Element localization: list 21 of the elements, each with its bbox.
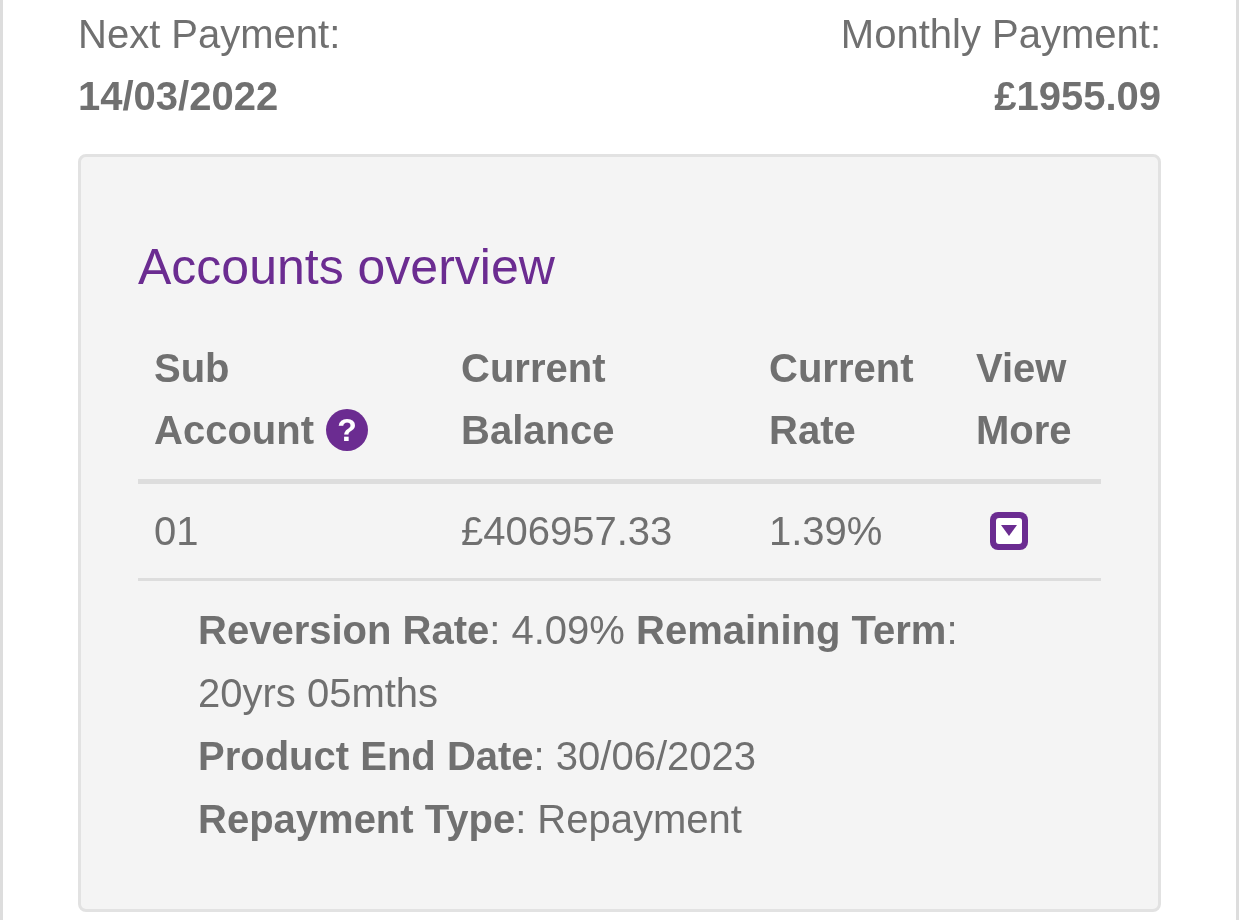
column-header: Sub — [154, 345, 230, 392]
column-header: Current — [461, 345, 606, 392]
dropdown-toggle-icon[interactable] — [987, 510, 1030, 552]
column-header: Balance — [461, 407, 615, 454]
help-icon[interactable]: ? — [326, 409, 368, 451]
detail-text: Product End Date: 30/06/2023 — [198, 733, 757, 780]
table-cell-text: 01 — [154, 508, 199, 555]
section-title: Accounts overview — [138, 238, 556, 297]
detail-text: Reversion Rate: 4.09% Remaining Term: 20yrs 05mths — [198, 607, 959, 717]
payment-value: 14/03/2022 — [78, 73, 280, 120]
column-header: Account — [154, 407, 314, 454]
column-header: More — [976, 407, 1072, 454]
column-header: Current — [769, 345, 914, 392]
table-cell-text: 1.39% — [769, 508, 883, 555]
column-header: Rate — [769, 407, 856, 454]
payment-value: £1955.09 — [994, 73, 1161, 120]
table-cell-text: £406957.33 — [461, 508, 673, 555]
column-header: View — [976, 345, 1067, 392]
payment-label: Next Payment: — [78, 11, 341, 58]
payment-label: Monthly Payment: — [840, 11, 1161, 58]
detail-text: Repayment Type: Repayment — [198, 796, 743, 843]
